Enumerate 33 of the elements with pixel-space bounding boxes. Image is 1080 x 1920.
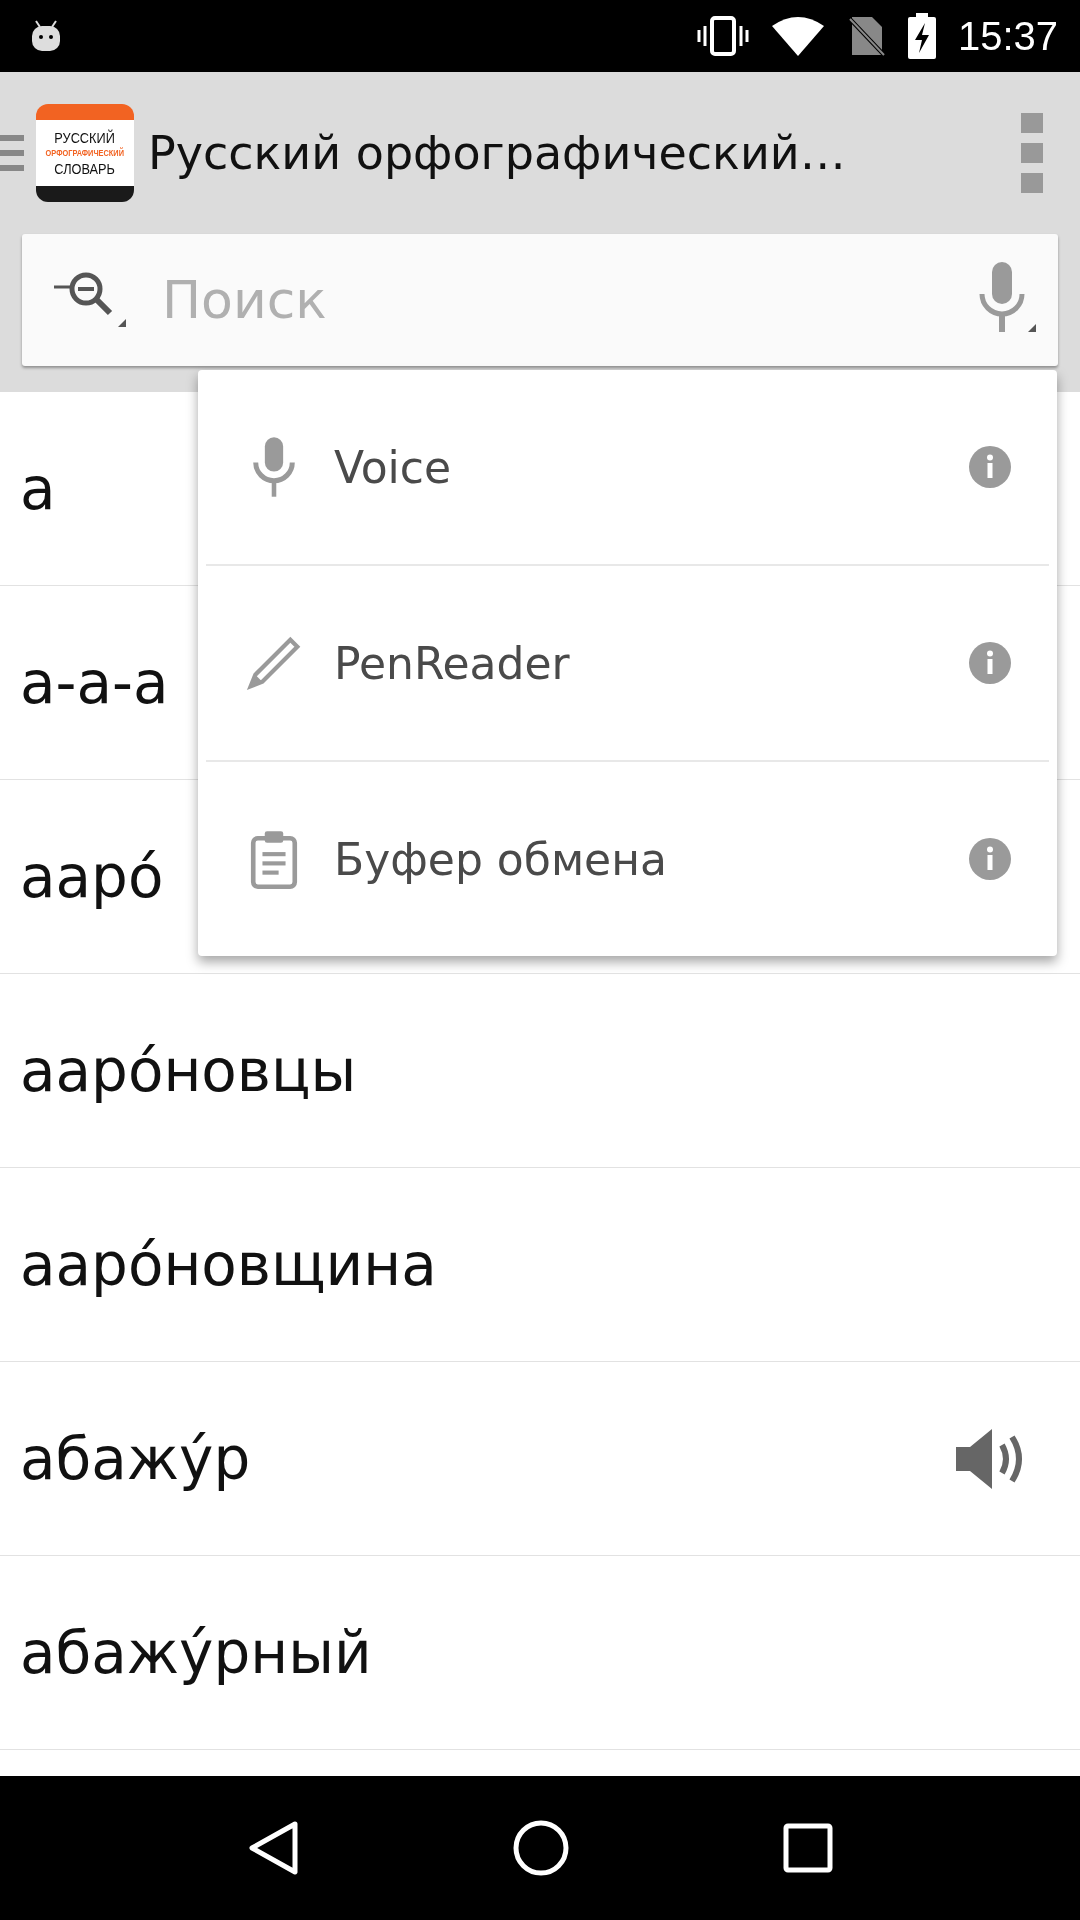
home-button[interactable] [512,1819,570,1877]
info-icon[interactable] [969,838,1011,880]
word-text: абажу́р [20,1424,251,1493]
pencil-icon [246,635,302,691]
word-row[interactable]: аарóновщина [0,1168,1080,1362]
android-icon [30,19,62,53]
word-text: аарó [20,842,164,911]
menu-item[interactable]: PenReader [206,566,1049,762]
info-icon[interactable] [969,642,1011,684]
word-text: абажу́рный [20,1618,372,1687]
search-bar[interactable]: Поиск [22,234,1058,366]
word-text: аарóновцы [20,1036,357,1105]
word-text: а-а-а [20,648,169,717]
logo-text: ОРФОГРАФИЧЕСКИЙ [45,146,125,160]
menu-item[interactable]: Voice [206,370,1049,566]
logo-text: СЛОВАРЬ [54,159,116,178]
wifi-icon [771,16,824,56]
search-field[interactable]: Поиск [160,269,950,331]
word-row[interactable]: аарóновцы [0,974,1080,1168]
logo-text: РУССКИЙ [54,128,116,147]
recent-apps-button[interactable] [783,1823,834,1873]
more-options-icon[interactable] [1021,113,1043,193]
vibrate-icon [695,16,750,56]
clock-time: 15:37 [957,13,1058,59]
word-row[interactable]: абажу́р [0,1362,1080,1556]
info-icon[interactable] [969,446,1011,488]
word-row[interactable]: абажу́рный [0,1556,1080,1750]
menu-item[interactable]: Буфер обмена [206,762,1049,956]
back-button[interactable] [246,1820,299,1876]
app-title: Русский орфографический… [148,126,847,180]
word-text: а [20,454,56,523]
battery-charging-icon [907,13,936,59]
word-text: аарóновщина [20,1230,437,1299]
